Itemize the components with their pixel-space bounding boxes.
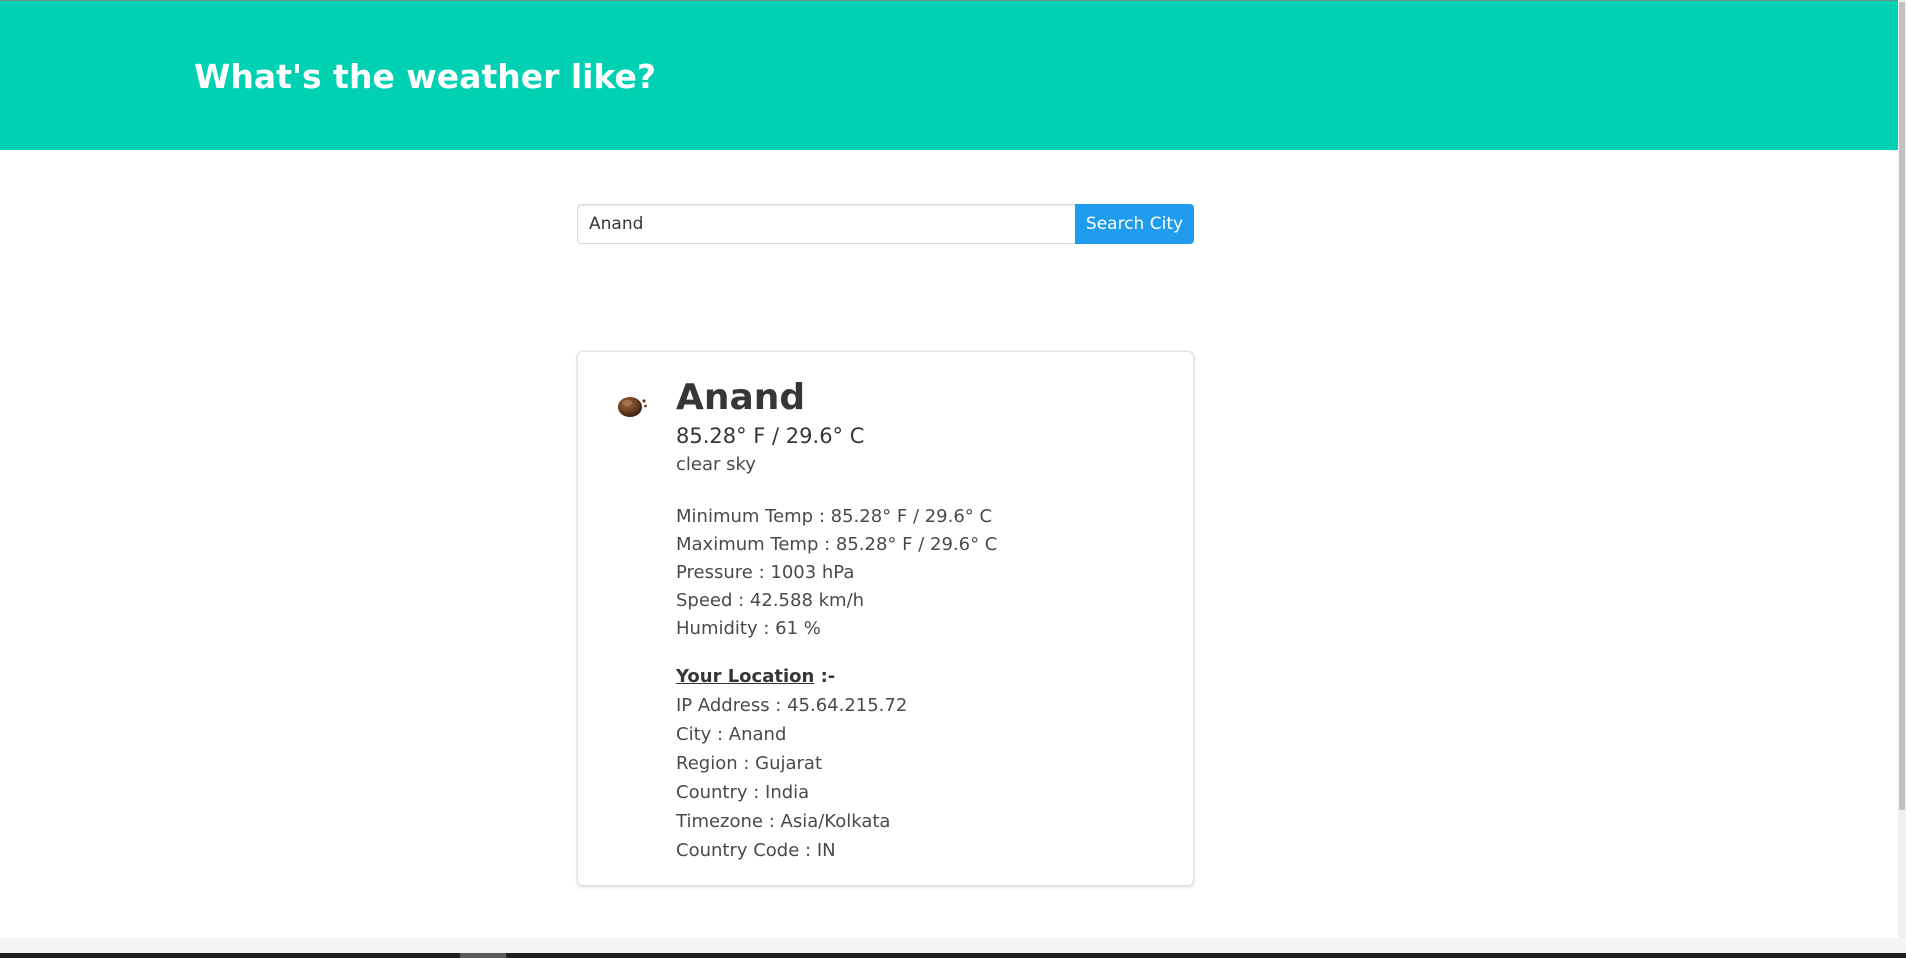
weather-card: Anand 85.28° F / 29.6° C clear sky Minim… <box>577 351 1194 886</box>
scrollbar-thumb[interactable] <box>1899 2 1905 810</box>
weather-details: Minimum Temp : 85.28° F / 29.6° C Maximu… <box>676 503 1176 643</box>
search-form: Search City <box>577 204 1194 244</box>
page: What's the weather like? Search City Ana… <box>0 0 1898 938</box>
location-city: City : Anand <box>676 724 787 745</box>
weather-description: clear sky <box>676 454 756 475</box>
current-temperature: 85.28° F / 29.6° C <box>676 424 865 448</box>
clear-sky-icon <box>618 397 647 417</box>
vertical-scrollbar[interactable] <box>1898 0 1906 938</box>
location-heading: Your Location :- <box>676 662 1176 691</box>
hero-banner: What's the weather like? <box>0 0 1898 150</box>
city-name: Anand <box>676 377 806 418</box>
page-footer-strip <box>0 938 1906 953</box>
wind-speed: Speed : 42.588 km/h <box>676 590 865 611</box>
location-heading-label: Your Location <box>676 666 815 687</box>
humidity: Humidity : 61 % <box>676 618 821 639</box>
taskbar-item[interactable] <box>460 953 506 958</box>
location-heading-suffix: :- <box>814 666 836 687</box>
location-timezone: Timezone : Asia/Kolkata <box>676 811 891 832</box>
page-title: What's the weather like? <box>194 57 657 96</box>
ip-address: IP Address : 45.64.215.72 <box>676 695 908 716</box>
city-search-input[interactable] <box>577 204 1075 244</box>
location-country: Country : India <box>676 782 810 803</box>
search-city-button[interactable]: Search City <box>1075 204 1194 244</box>
pressure: Pressure : 1003 hPa <box>676 562 855 583</box>
min-temp: Minimum Temp : 85.28° F / 29.6° C <box>676 506 993 527</box>
location-region: Region : Gujarat <box>676 753 823 774</box>
location-section: Your Location :- IP Address : 45.64.215.… <box>676 662 1176 865</box>
os-taskbar <box>0 953 1906 958</box>
max-temp: Maximum Temp : 85.28° F / 29.6° C <box>676 534 998 555</box>
location-country-code: Country Code : IN <box>676 840 836 861</box>
weather-content: Anand 85.28° F / 29.6° C clear sky Minim… <box>676 374 1176 865</box>
